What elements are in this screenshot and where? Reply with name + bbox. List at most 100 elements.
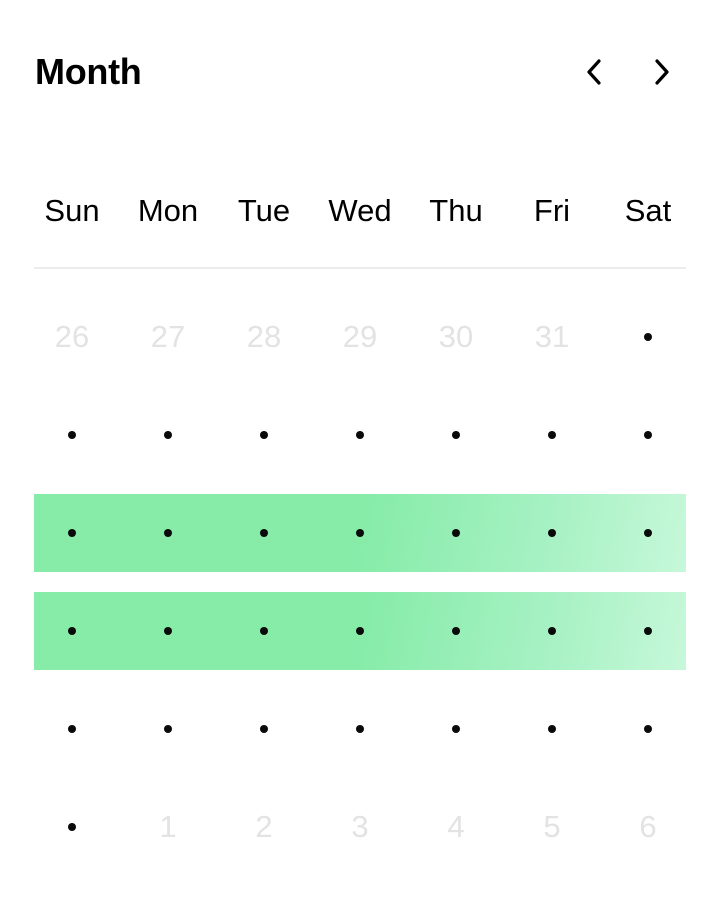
calendar-day-outside-month[interactable]: 28 xyxy=(216,298,312,376)
calendar-day[interactable] xyxy=(504,690,600,768)
weekday-header-row: Sun Mon Tue Wed Thu Fri Sat xyxy=(24,186,696,236)
calendar-day[interactable] xyxy=(120,494,216,572)
day-dot-icon xyxy=(452,529,460,537)
day-number: 2 xyxy=(255,809,273,844)
day-dot-icon xyxy=(68,529,76,537)
month-title: Month xyxy=(35,51,142,92)
day-number: 1 xyxy=(159,809,177,844)
calendar-day[interactable] xyxy=(408,494,504,572)
calendar-week-row-selected xyxy=(24,592,696,670)
weekday-label: Tue xyxy=(237,193,291,228)
calendar-day[interactable] xyxy=(600,298,696,376)
calendar-day[interactable] xyxy=(216,494,312,572)
next-month-button[interactable] xyxy=(642,52,682,92)
header-divider xyxy=(34,267,686,269)
day-dot-icon xyxy=(548,431,556,439)
calendar-day-outside-month[interactable]: 26 xyxy=(24,298,120,376)
weekday-label: Fri xyxy=(533,193,571,228)
day-dot-icon xyxy=(356,529,364,537)
day-dot-icon xyxy=(260,529,268,537)
calendar-day-outside-month[interactable]: 4 xyxy=(408,788,504,866)
calendar-day-outside-month[interactable]: 29 xyxy=(312,298,408,376)
calendar-day[interactable] xyxy=(408,396,504,474)
day-dot-icon xyxy=(164,725,172,733)
day-dot-icon xyxy=(548,529,556,537)
day-dot-icon xyxy=(356,627,364,635)
day-dot-icon xyxy=(452,725,460,733)
calendar-week-row-selected xyxy=(24,494,696,572)
calendar-day-outside-month[interactable]: 31 xyxy=(504,298,600,376)
calendar-day[interactable] xyxy=(312,592,408,670)
day-dot-icon xyxy=(68,431,76,439)
day-dot-icon xyxy=(644,627,652,635)
calendar-day[interactable] xyxy=(408,592,504,670)
calendar-day[interactable] xyxy=(504,396,600,474)
calendar-day[interactable] xyxy=(312,690,408,768)
weekday-label: Sun xyxy=(44,193,100,228)
calendar-header: Month xyxy=(0,0,720,140)
day-dot-icon xyxy=(548,725,556,733)
calendar-week-row xyxy=(24,396,696,474)
weekday-label: Wed xyxy=(328,193,392,228)
calendar-day[interactable] xyxy=(24,592,120,670)
day-number: 3 xyxy=(351,809,369,844)
day-number: 26 xyxy=(54,319,90,354)
day-dot-icon xyxy=(164,529,172,537)
day-number: 29 xyxy=(342,319,378,354)
chevron-left-icon xyxy=(587,59,601,85)
day-dot-icon xyxy=(164,627,172,635)
day-dot-icon xyxy=(260,627,268,635)
weekday-label: Sat xyxy=(624,193,672,228)
day-dot-icon xyxy=(644,431,652,439)
day-dot-icon xyxy=(644,529,652,537)
day-number: 28 xyxy=(246,319,282,354)
calendar-day-outside-month[interactable]: 30 xyxy=(408,298,504,376)
day-dot-icon xyxy=(164,431,172,439)
calendar-day[interactable] xyxy=(600,494,696,572)
calendar-day[interactable] xyxy=(312,396,408,474)
calendar-day[interactable] xyxy=(24,396,120,474)
calendar-week-row: 26 27 28 29 30 31 xyxy=(24,298,696,376)
day-dot-icon xyxy=(356,431,364,439)
day-dot-icon xyxy=(260,431,268,439)
day-number: 31 xyxy=(534,319,570,354)
calendar-day[interactable] xyxy=(504,494,600,572)
day-dot-icon xyxy=(452,431,460,439)
calendar-day-outside-month[interactable]: 27 xyxy=(120,298,216,376)
calendar-day-outside-month[interactable]: 1 xyxy=(120,788,216,866)
day-number: 6 xyxy=(639,809,657,844)
calendar-day[interactable] xyxy=(600,690,696,768)
calendar-day[interactable] xyxy=(120,396,216,474)
day-number: 30 xyxy=(438,319,474,354)
day-dot-icon xyxy=(260,725,268,733)
calendar-day[interactable] xyxy=(312,494,408,572)
calendar-day[interactable] xyxy=(408,690,504,768)
day-number: 5 xyxy=(543,809,561,844)
calendar-day[interactable] xyxy=(504,592,600,670)
calendar-day[interactable] xyxy=(120,592,216,670)
day-dot-icon xyxy=(452,627,460,635)
calendar-day[interactable] xyxy=(216,690,312,768)
day-number: 27 xyxy=(150,319,186,354)
calendar-week-row: 1 2 3 4 5 6 xyxy=(24,788,696,866)
day-dot-icon xyxy=(644,725,652,733)
day-dot-icon xyxy=(644,333,652,341)
calendar-day[interactable] xyxy=(24,494,120,572)
weekday-label: Thu xyxy=(429,193,483,228)
day-dot-icon xyxy=(548,627,556,635)
calendar-day[interactable] xyxy=(600,592,696,670)
day-dot-icon xyxy=(68,823,76,831)
calendar-day-outside-month[interactable]: 3 xyxy=(312,788,408,866)
calendar-day[interactable] xyxy=(24,690,120,768)
calendar-day[interactable] xyxy=(216,592,312,670)
calendar-day-outside-month[interactable]: 2 xyxy=(216,788,312,866)
calendar-day-outside-month[interactable]: 5 xyxy=(504,788,600,866)
calendar-day[interactable] xyxy=(120,690,216,768)
calendar-day-outside-month[interactable]: 6 xyxy=(600,788,696,866)
day-dot-icon xyxy=(68,627,76,635)
previous-month-button[interactable] xyxy=(574,52,614,92)
calendar-week-row xyxy=(24,690,696,768)
calendar-day[interactable] xyxy=(216,396,312,474)
calendar-day[interactable] xyxy=(24,788,120,866)
calendar-day[interactable] xyxy=(600,396,696,474)
